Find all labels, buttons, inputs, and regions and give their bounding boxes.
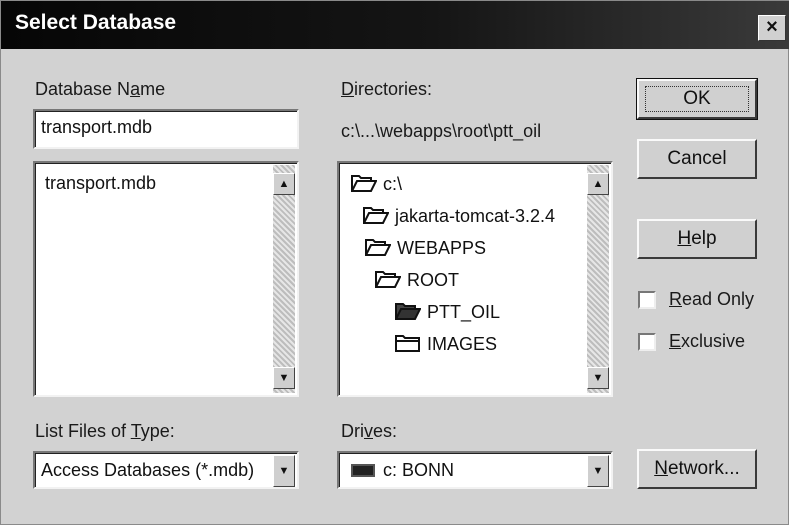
read-only-label-key: R	[669, 289, 682, 309]
directory-item-c[interactable]: c:\	[351, 173, 402, 195]
directory-item-ptt-oil[interactable]: PTT_OIL	[395, 301, 500, 323]
scroll-down-button[interactable]: ▼	[587, 367, 609, 389]
directory-name: IMAGES	[427, 334, 498, 354]
folder-open-icon	[375, 271, 401, 288]
database-name-input[interactable]: transport.mdb	[33, 109, 299, 149]
file-type-label-text: List Files of	[35, 421, 131, 441]
directory-name: PTT_OIL	[427, 302, 501, 322]
help-label: elp	[691, 228, 717, 249]
help-label-key: H	[677, 228, 692, 249]
drives-label-text-end: es:	[373, 421, 398, 441]
database-file-list[interactable]: transport.mdb ▲ ▼	[33, 161, 299, 397]
directory-name: WEBAPPS	[397, 238, 487, 258]
drive-name: c: BONN	[383, 460, 455, 480]
read-only-label[interactable]: Read Only	[669, 289, 754, 310]
file-type-select[interactable]: Access Databases (*.mdb) ▼	[33, 451, 299, 489]
database-name-label-text-end: me	[140, 79, 166, 99]
database-name-label: Database Name	[35, 79, 165, 100]
directory-name: c:\	[383, 174, 403, 194]
folder-open-icon	[363, 207, 389, 224]
exclusive-label-text: xclusive	[681, 331, 746, 351]
file-type-label: List Files of Type:	[35, 421, 175, 442]
focus-rectangle	[645, 86, 749, 112]
current-directory-path: c:\...\webapps\root\ptt_oil	[341, 121, 542, 141]
close-button[interactable]: ×	[758, 15, 786, 41]
drives-label-text: Dri	[341, 421, 364, 441]
chevron-down-icon[interactable]: ▼	[273, 455, 295, 487]
hard-drive-icon	[351, 464, 375, 477]
directory-name: ROOT	[407, 270, 459, 290]
directory-name: jakarta-tomcat-3.2.4	[395, 206, 556, 226]
cancel-button[interactable]: Cancel	[637, 139, 757, 179]
cancel-label: Cancel	[667, 148, 727, 169]
ok-button[interactable]: OK	[636, 78, 758, 120]
help-button[interactable]: Help	[637, 219, 757, 259]
folder-open-icon	[365, 239, 391, 256]
drives-label: Drives:	[341, 421, 397, 442]
network-label: etwork...	[667, 458, 740, 479]
title-bar[interactable]: Select Database ×	[1, 1, 789, 49]
file-list-item[interactable]: transport.mdb	[45, 173, 156, 194]
exclusive-label-key: E	[669, 331, 682, 351]
network-button[interactable]: Network...	[637, 449, 757, 489]
directory-item-root[interactable]: ROOT	[375, 269, 459, 291]
file-type-value: Access Databases (*.mdb)	[41, 460, 255, 480]
scroll-up-button[interactable]: ▲	[587, 173, 609, 195]
exclusive-checkbox[interactable]	[638, 333, 656, 351]
directories-label: Directories:	[341, 79, 432, 100]
directory-item-jakarta[interactable]: jakarta-tomcat-3.2.4	[363, 205, 555, 227]
directories-label-key: D	[341, 79, 354, 99]
file-type-label-key: T	[130, 421, 141, 441]
scroll-up-button[interactable]: ▲	[273, 173, 295, 195]
read-only-label-text: ead Only	[682, 289, 755, 309]
network-label-key: N	[654, 458, 668, 479]
select-database-dialog: Select Database × Database Name transpor…	[0, 0, 789, 525]
dialog-title: Select Database	[15, 11, 177, 34]
folder-open-icon	[351, 175, 377, 192]
directory-item-webapps[interactable]: WEBAPPS	[365, 237, 486, 259]
drives-label-key: v	[364, 421, 373, 441]
directories-label-text: irectories:	[354, 79, 433, 99]
database-name-value: transport.mdb	[41, 117, 153, 137]
exclusive-label[interactable]: Exclusive	[669, 331, 745, 352]
directory-scrollbar[interactable]: ▲ ▼	[587, 165, 609, 393]
read-only-checkbox[interactable]	[638, 291, 656, 309]
folder-open-icon	[395, 303, 421, 320]
database-name-label-text: Database N	[35, 79, 131, 99]
directory-tree[interactable]: c:\ jakarta-tomcat-3.2.4 WEBAPPS ROOT PT…	[337, 161, 613, 397]
database-name-label-key: a	[130, 79, 141, 99]
file-type-label-text-end: ype:	[140, 421, 175, 441]
drive-value: c: BONN	[351, 460, 454, 481]
scroll-down-button[interactable]: ▼	[273, 367, 295, 389]
file-list-scrollbar[interactable]: ▲ ▼	[273, 165, 295, 393]
directory-item-images[interactable]: IMAGES	[395, 333, 497, 355]
chevron-down-icon[interactable]: ▼	[587, 455, 609, 487]
drives-select[interactable]: c: BONN ▼	[337, 451, 613, 489]
folder-icon	[395, 335, 420, 352]
